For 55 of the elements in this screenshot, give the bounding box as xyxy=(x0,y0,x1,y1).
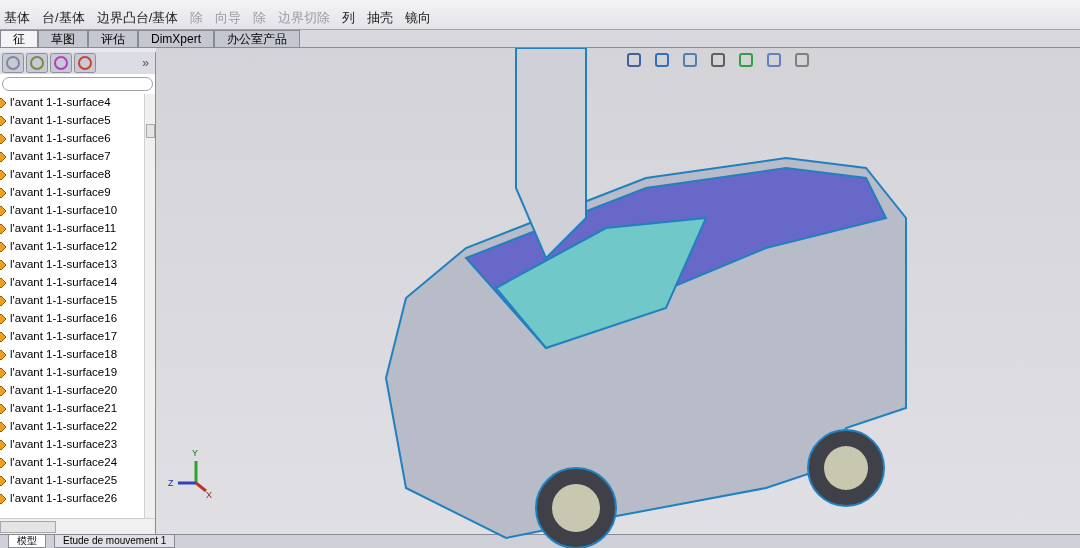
toolbar-button[interactable]: 基体 xyxy=(4,10,30,29)
tree-item[interactable]: l'avant 1-1-surface18 xyxy=(10,346,118,364)
tree-item[interactable]: l'avant 1-1-surface11 xyxy=(10,220,117,238)
view-tool-icon[interactable] xyxy=(654,52,670,68)
command-tab[interactable]: 办公室产品 xyxy=(214,30,300,47)
view-tool-icon[interactable] xyxy=(682,52,698,68)
tree-item[interactable]: l'avant 1-1-surface9 xyxy=(10,184,111,202)
tree-item[interactable]: l'avant 1-1-surface12 xyxy=(10,238,118,256)
tree-item[interactable]: l'avant 1-1-surface14 xyxy=(10,274,118,292)
view-tool-icon[interactable] xyxy=(738,52,754,68)
tree-item[interactable]: l'avant 1-1-surface21 xyxy=(10,400,118,418)
toolbar-button[interactable]: 镜向 xyxy=(405,10,432,29)
tree-item[interactable]: l'avant 1-1-surface15 xyxy=(10,292,118,310)
horizontal-scrollbar[interactable] xyxy=(0,518,155,534)
toolbar-button[interactable]: 列 xyxy=(342,10,356,29)
toolbar-button[interactable]: 边界凸台/基体 xyxy=(96,10,179,29)
panel-tab-icon[interactable] xyxy=(26,53,48,73)
scroll-thumb[interactable] xyxy=(0,520,56,533)
toolbar-button[interactable]: 台/基体 xyxy=(42,10,85,29)
bottom-tab[interactable]: Etude de mouvement 1 xyxy=(54,535,176,548)
tree-item[interactable]: l'avant 1-1-surface8 xyxy=(10,166,111,184)
tree-item[interactable]: l'avant 1-1-surface13 xyxy=(10,256,118,274)
tree-item[interactable]: l'avant 1-1-surface17 xyxy=(10,328,118,346)
panel-tab-icon[interactable] xyxy=(74,53,96,73)
tree-item[interactable]: l'avant 1-1-surface7 xyxy=(10,148,111,166)
view-tool-icon[interactable] xyxy=(626,52,642,68)
tree-item[interactable]: l'avant 1-1-surface5 xyxy=(10,112,111,130)
tree-item[interactable]: l'avant 1-1-surface4 xyxy=(10,94,111,112)
panel-overflow[interactable]: » xyxy=(142,54,153,72)
command-tab[interactable]: 征 xyxy=(0,30,38,47)
tree-item[interactable]: l'avant 1-1-surface26 xyxy=(10,490,118,508)
tree-item[interactable]: l'avant 1-1-surface10 xyxy=(10,202,118,220)
axis-label: Z xyxy=(168,477,174,490)
view-tool-icon[interactable] xyxy=(794,52,810,68)
scroll-thumb[interactable] xyxy=(145,124,155,138)
axis-label: X xyxy=(206,489,212,502)
tree-item[interactable]: l'avant 1-1-surface20 xyxy=(10,382,118,400)
tree-item[interactable]: l'avant 1-1-surface16 xyxy=(10,310,118,328)
command-tab[interactable]: DimXpert xyxy=(138,30,214,47)
toolbar-button[interactable]: 抽壳 xyxy=(367,10,394,29)
tree-item[interactable]: l'avant 1-1-surface19 xyxy=(10,364,118,382)
filter-field[interactable] xyxy=(2,77,153,91)
bottom-tab[interactable]: 模型 xyxy=(8,535,46,548)
tree-item[interactable]: l'avant 1-1-surface25 xyxy=(10,472,118,490)
view-tool-icon[interactable] xyxy=(766,52,782,68)
panel-tab-icon[interactable] xyxy=(2,53,24,73)
panel-tab-icon[interactable] xyxy=(50,53,72,73)
command-tab[interactable]: 评估 xyxy=(88,30,138,47)
tree-item[interactable]: l'avant 1-1-surface23 xyxy=(10,436,118,454)
view-tool-icon[interactable] xyxy=(710,52,726,68)
tree-item[interactable]: l'avant 1-1-surface6 xyxy=(10,130,111,148)
tree-item[interactable]: l'avant 1-1-surface24 xyxy=(10,454,118,472)
tree-item[interactable]: l'avant 1-1-surface22 xyxy=(10,418,118,436)
axis-label: Y xyxy=(192,447,198,460)
command-tab[interactable]: 草图 xyxy=(38,30,88,47)
